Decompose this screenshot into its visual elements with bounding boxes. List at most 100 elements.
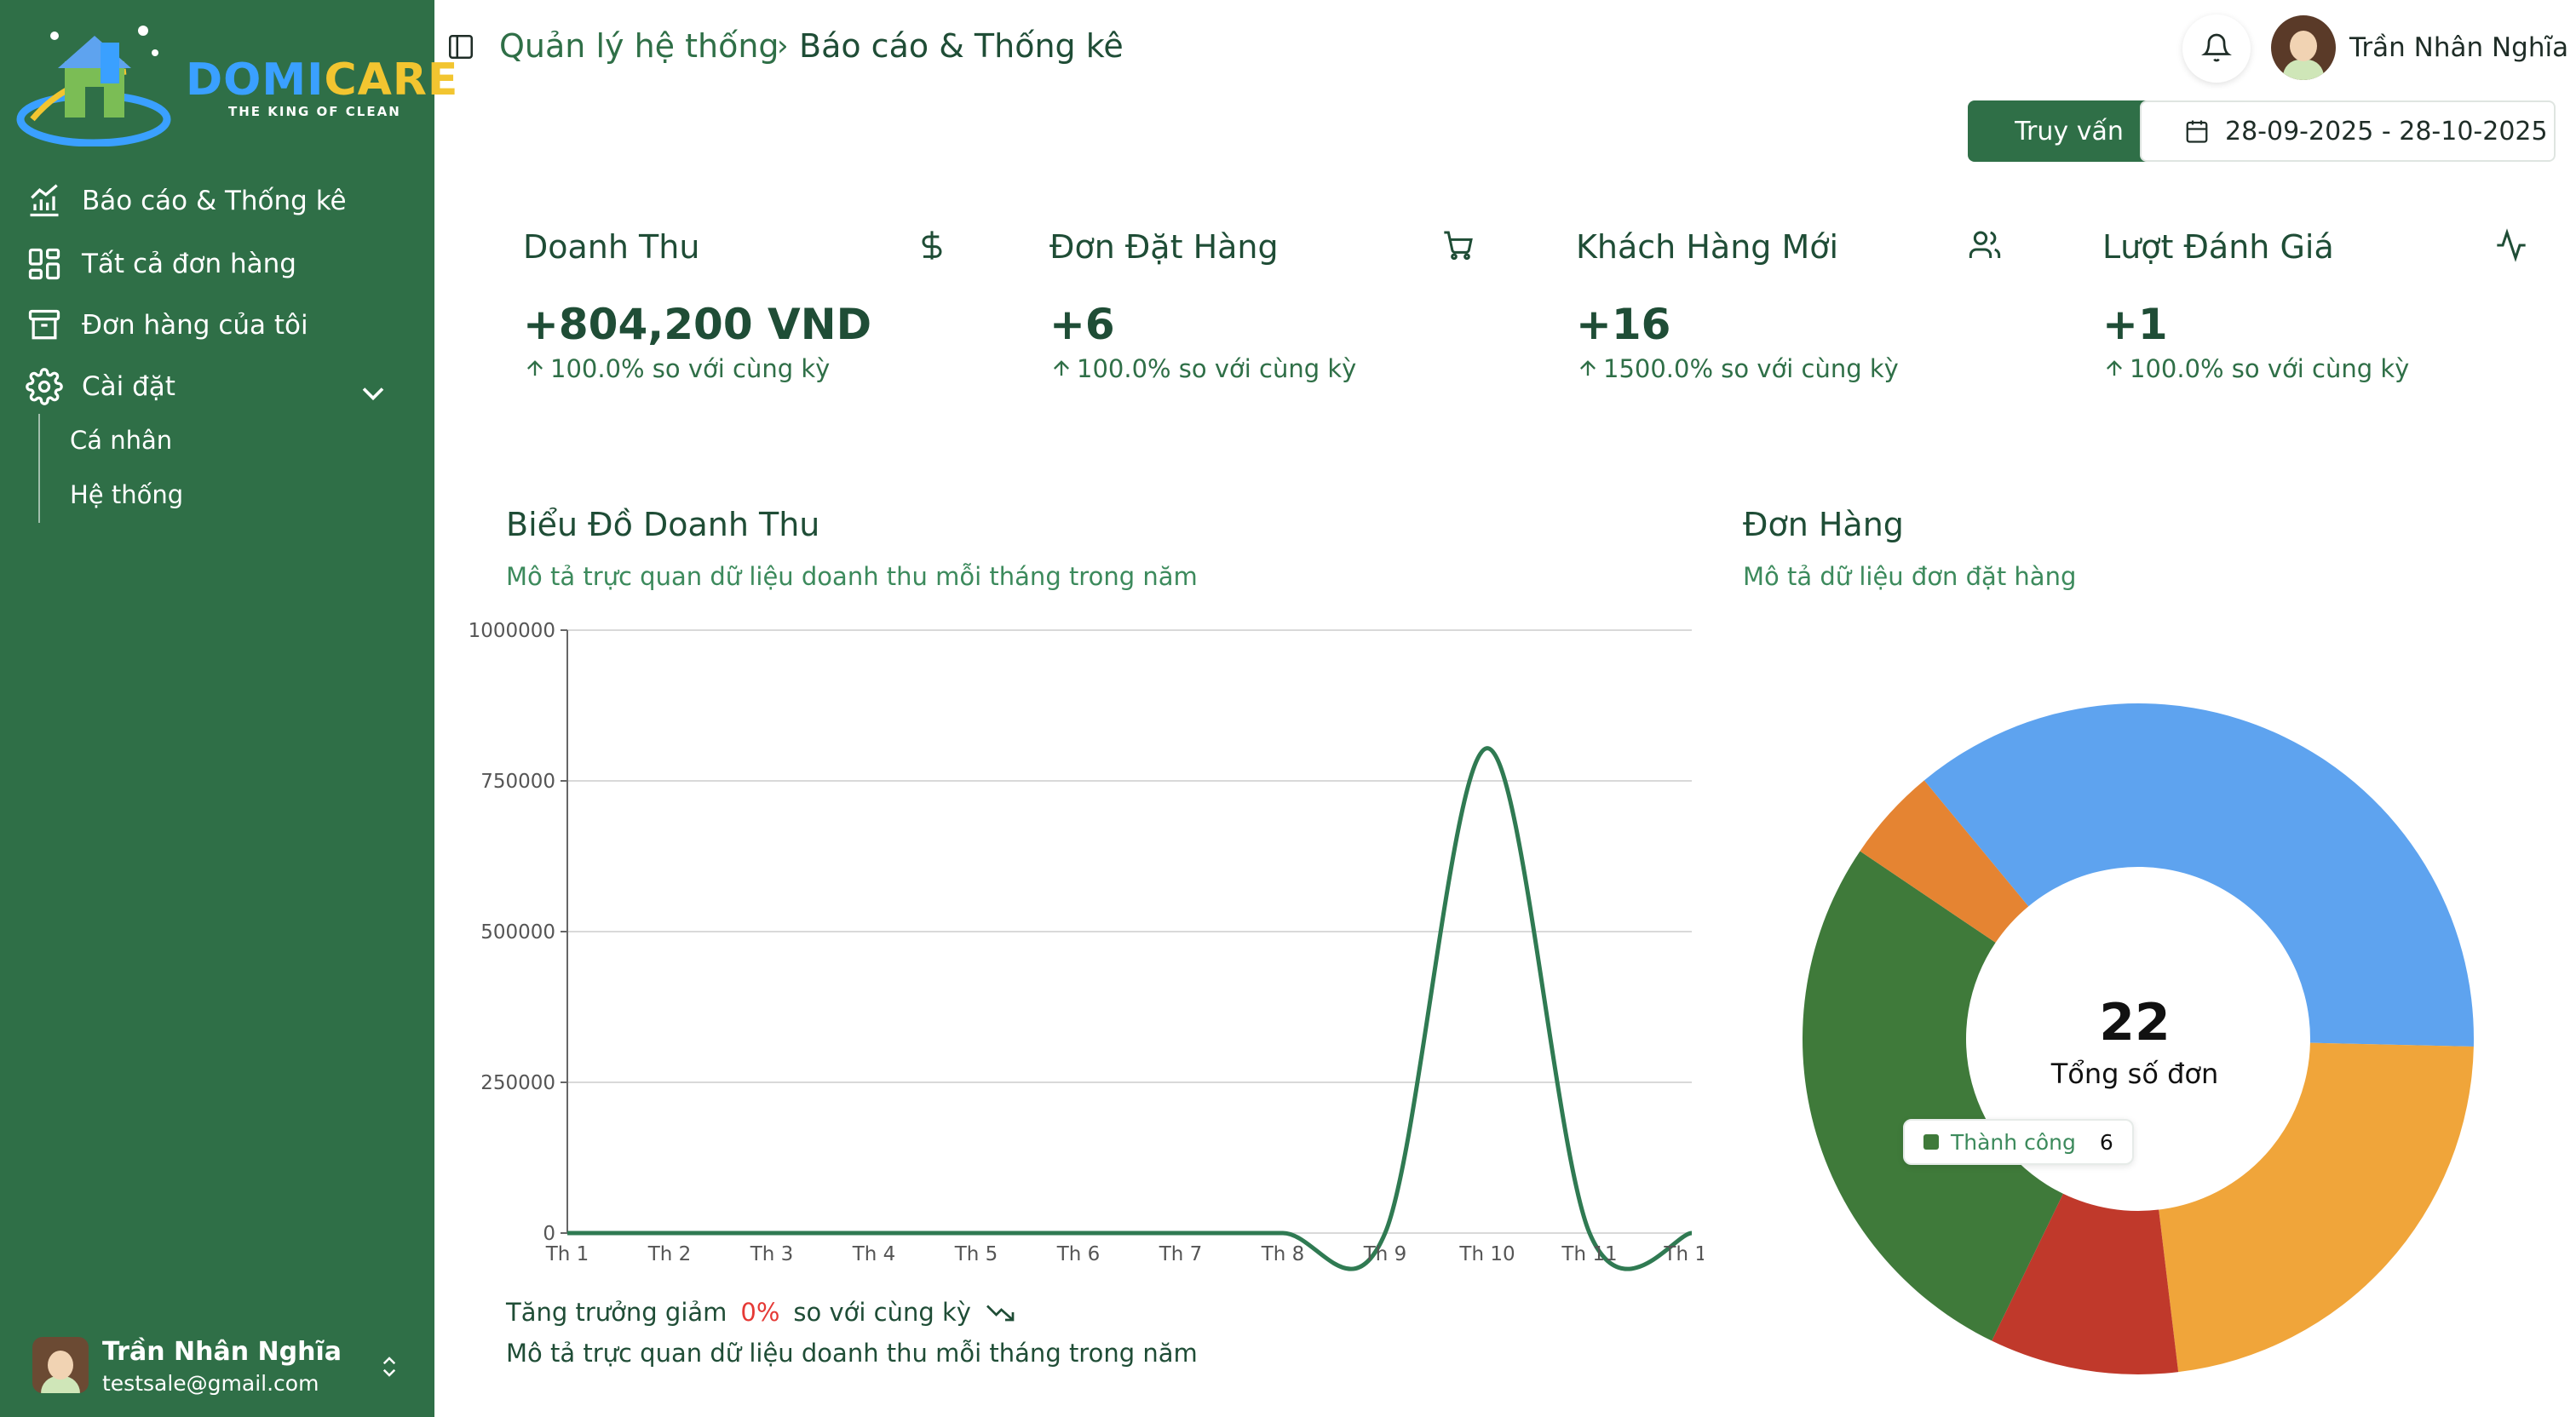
donut-center: 22 Tổng số đơn	[1964, 993, 2305, 1090]
x-tick-label: Th 3	[750, 1243, 794, 1265]
orders-chart-title: Đơn Hàng	[1743, 506, 1904, 543]
avatar	[32, 1337, 89, 1393]
date-range-picker[interactable]: 28-09-2025 - 28-10-2025	[2140, 100, 2556, 162]
x-tick-label: Th 4	[852, 1243, 896, 1265]
avatar[interactable]	[2271, 15, 2336, 80]
bell-icon	[2201, 33, 2232, 62]
header-user-name[interactable]: Trần Nhân Nghĩa	[2349, 32, 2568, 63]
sidebar-subitem-system[interactable]: Hệ thống	[70, 480, 183, 509]
tooltip-swatch	[1923, 1134, 1939, 1150]
sidebar-subitem-personal[interactable]: Cá nhân	[70, 426, 172, 455]
chevrons-up-down-icon	[382, 1357, 396, 1377]
x-tick-label: Th 6	[1056, 1243, 1101, 1265]
arrow-up-icon	[2107, 360, 2122, 376]
submenu-divider	[38, 414, 40, 523]
sidebar-toggle-icon[interactable]	[446, 32, 475, 61]
stat-delta: 1500.0% so với cùng kỳ	[1576, 354, 1899, 383]
domicare-logo[interactable]: DOMICARE THE KING OF CLEAN	[15, 19, 457, 147]
revenue-line-chart: 0 250000 500000 750000 1000000 Th 1 Th 2 Th 3 Th…	[469, 620, 1704, 1271]
revenue-chart-footer: Mô tả trực quan dữ liệu doanh thu mỗi th…	[506, 1339, 1198, 1368]
calendar-icon	[2186, 120, 2208, 143]
y-tick-label: 750000	[480, 771, 555, 793]
orders-total-label: Tổng số đơn	[2050, 1058, 2219, 1090]
sidebar-item-settings[interactable]: Cài đặt	[26, 363, 417, 410]
stat-card-orders: Đơn Đặt Hàng +6 100.0% so với cùng kỳ	[1049, 221, 1475, 409]
gear-icon	[26, 368, 63, 405]
sidebar-item-reports[interactable]: Báo cáo & Thống kê	[26, 177, 417, 225]
stat-title: Doanh Thu	[523, 228, 700, 266]
breadcrumb-parent[interactable]: Quản lý hệ thống	[499, 27, 779, 65]
x-tick-label: Th 8	[1261, 1243, 1305, 1265]
stat-delta: 100.0% so với cùng kỳ	[523, 354, 830, 383]
growth-prefix: Tăng trưởng giảm	[506, 1298, 727, 1327]
chart-tooltip: Thành công 6	[1903, 1119, 2134, 1165]
sidebar-item-label: Báo cáo & Thống kê	[82, 186, 347, 216]
revenue-chart-subtitle: Mô tả trực quan dữ liệu doanh thu mỗi th…	[506, 562, 1198, 591]
arrow-up-icon	[527, 360, 543, 376]
sidebar-user-menu[interactable]: Trần Nhân Nghĩa testsale@gmail.com	[32, 1337, 416, 1397]
sidebar-item-label: Đơn hàng của tôi	[82, 310, 308, 341]
stat-card-new-customers: Khách Hàng Mới +16 1500.0% so với cùng k…	[1576, 221, 2002, 409]
y-tick-label: 500000	[480, 921, 555, 944]
stat-value: +804,200 VND	[523, 300, 872, 349]
house-logo-icon	[16, 26, 171, 147]
stat-delta: 100.0% so với cùng kỳ	[2102, 354, 2409, 383]
sidebar: DOMICARE THE KING OF CLEAN Báo cáo & Thố…	[0, 0, 457, 1417]
stat-value: +16	[1576, 300, 1671, 349]
sidebar-item-my-orders[interactable]: Đơn hàng của tôi	[26, 301, 417, 349]
stat-delta-text: 100.0% so với cùng kỳ	[2130, 354, 2410, 383]
activity-icon	[2497, 228, 2526, 262]
revenue-series-line	[566, 746, 1693, 1271]
chevron-down-icon[interactable]	[354, 375, 392, 412]
y-tick-label: 250000	[480, 1072, 555, 1094]
grid-icon	[28, 248, 60, 280]
trending-down-icon	[986, 1305, 1015, 1322]
stat-delta: 100.0% so với cùng kỳ	[1049, 354, 1356, 383]
breadcrumb-separator: ›	[777, 29, 789, 63]
logo-tagline: THE KING OF CLEAN	[228, 104, 401, 119]
y-tick-label: 0	[543, 1223, 555, 1245]
tooltip-label: Thành công	[1951, 1129, 2076, 1155]
y-tick-label: 1000000	[469, 620, 555, 642]
breadcrumb-current: Báo cáo & Thống kê	[799, 27, 1124, 65]
sidebar-item-all-orders[interactable]: Tất cả đơn hàng	[26, 240, 417, 288]
sidebar-item-label: Tất cả đơn hàng	[82, 249, 296, 279]
x-tick-label: Th 5	[954, 1243, 998, 1265]
stat-value: +1	[2102, 300, 2168, 349]
stat-delta-text: 1500.0% so với cùng kỳ	[1603, 354, 1899, 383]
user-email: testsale@gmail.com	[102, 1371, 319, 1396]
archive-icon	[28, 309, 60, 340]
stat-title: Khách Hàng Mới	[1576, 228, 1839, 266]
arrow-up-icon	[1580, 360, 1596, 376]
orders-chart-subtitle: Mô tả dữ liệu đơn đặt hàng	[1743, 562, 2077, 591]
donut-slice[interactable]	[1803, 851, 2063, 1341]
cart-icon	[1444, 231, 1473, 261]
stat-delta-text: 100.0% so với cùng kỳ	[1077, 354, 1357, 383]
tooltip-value: 6	[2099, 1129, 2113, 1155]
revenue-chart-title: Biểu Đồ Doanh Thu	[506, 506, 820, 543]
stat-value: +6	[1049, 300, 1115, 349]
notifications-button[interactable]	[2182, 14, 2251, 83]
growth-summary: Tăng trưởng giảm 0% so với cùng kỳ	[506, 1298, 1015, 1327]
bar-chart-icon	[30, 184, 59, 217]
growth-percent: 0%	[740, 1298, 780, 1327]
stat-title: Đơn Đặt Hàng	[1049, 228, 1279, 266]
stat-title: Lượt Đánh Giá	[2102, 228, 2334, 266]
dollar-icon	[922, 231, 942, 260]
x-tick-label: Th 1	[545, 1243, 589, 1265]
user-name: Trần Nhân Nghĩa	[102, 1337, 342, 1367]
orders-total: 22	[2099, 993, 2171, 1053]
donut-slice[interactable]	[2159, 1042, 2474, 1373]
x-tick-label: Th 11	[1561, 1243, 1617, 1265]
growth-suffix: so với cùng kỳ	[793, 1298, 971, 1327]
stat-card-reviews: Lượt Đánh Giá +1 100.0% so với cùng kỳ	[2102, 221, 2528, 409]
stat-card-revenue: Doanh Thu +804,200 VND 100.0% so với cùn…	[523, 221, 949, 409]
x-tick-label: Th 9	[1363, 1243, 1407, 1265]
x-tick-label: Th 2	[647, 1243, 692, 1265]
arrow-up-icon	[1054, 360, 1069, 376]
users-icon	[1969, 231, 2001, 258]
sidebar-item-label: Cài đặt	[82, 371, 175, 402]
logo-wordmark: DOMICARE	[186, 54, 459, 106]
x-tick-label: Th 12	[1663, 1243, 1704, 1265]
stat-delta-text: 100.0% so với cùng kỳ	[550, 354, 831, 383]
